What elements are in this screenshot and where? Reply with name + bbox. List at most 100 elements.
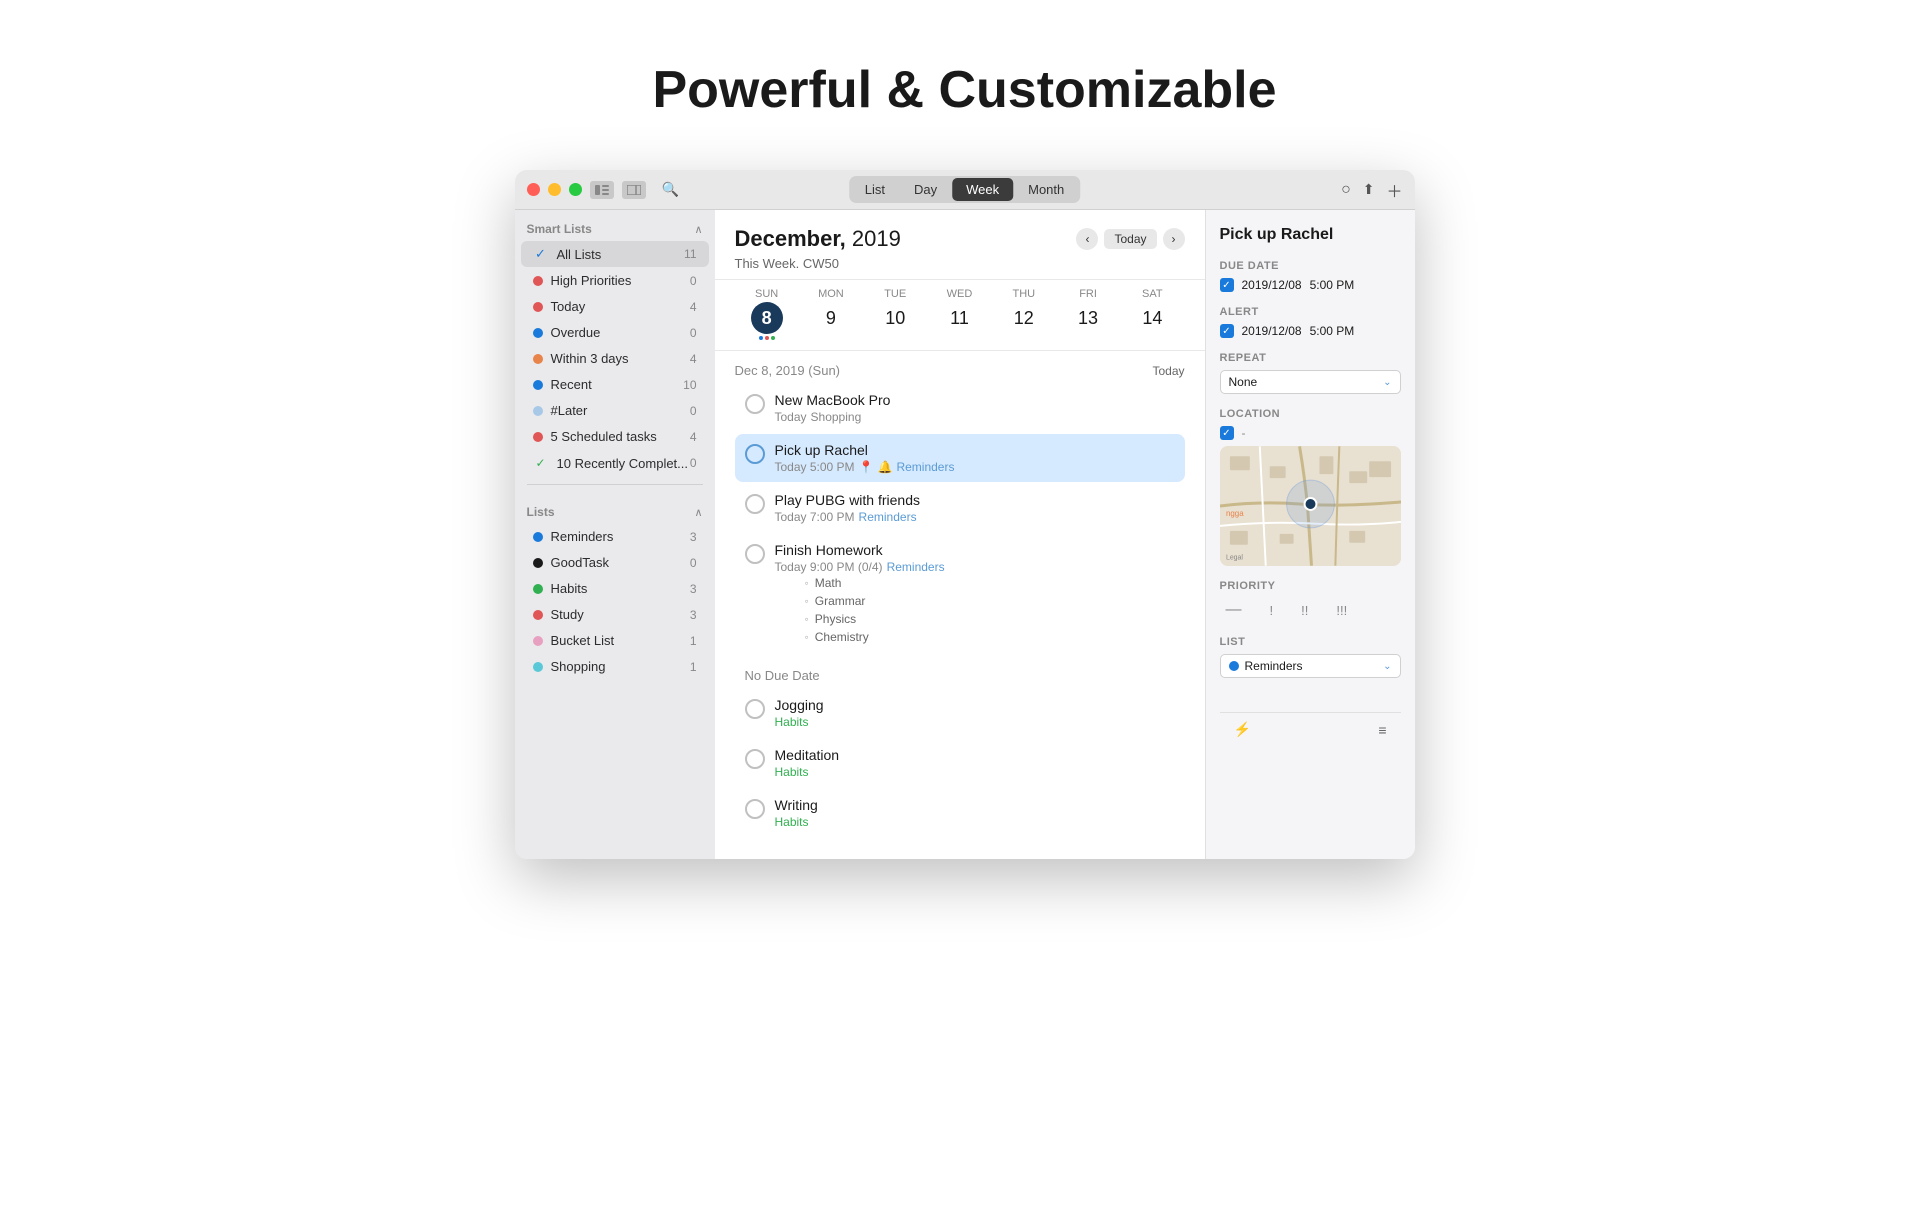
date-section-label: Dec 8, 2019 (Sun) bbox=[735, 363, 841, 378]
task-row[interactable]: Play PUBG with friends Today 7:00 PM Rem… bbox=[735, 484, 1185, 532]
sidebar-item-all-lists[interactable]: ✓ All Lists 11 bbox=[521, 241, 709, 267]
close-button[interactable] bbox=[527, 183, 540, 196]
lightning-icon[interactable]: ⚡ bbox=[1234, 721, 1251, 738]
day-num-fri: 13 bbox=[1072, 302, 1104, 334]
task-row-selected[interactable]: Pick up Rachel Today 5:00 PM 📍 🔔 Reminde… bbox=[735, 434, 1185, 482]
titlebar: 🔍 List Day Week Month ○ ⬆ ＋ bbox=[515, 170, 1415, 210]
location-label: Location bbox=[1220, 408, 1401, 420]
task-time: Today 7:00 PM bbox=[775, 510, 855, 524]
day-col-thu[interactable]: Thu 12 bbox=[992, 288, 1056, 342]
within-3-days-dot bbox=[533, 354, 543, 364]
search-icon[interactable]: 🔍 bbox=[662, 181, 679, 198]
sidebar-item-later[interactable]: #Later 0 bbox=[521, 398, 709, 423]
within-3-days-label: Within 3 days bbox=[551, 351, 690, 366]
day-col-sun[interactable]: Sun 8 bbox=[735, 288, 799, 342]
sidebar-item-today[interactable]: Today 4 bbox=[521, 294, 709, 319]
scheduled-dot bbox=[533, 432, 543, 442]
list-select[interactable]: Reminders ⌄ bbox=[1220, 654, 1401, 678]
sidebar-item-within-3-days[interactable]: Within 3 days 4 bbox=[521, 346, 709, 371]
sidebar-item-overdue[interactable]: Overdue 0 bbox=[521, 320, 709, 345]
task-content: Writing Habits bbox=[775, 797, 1175, 829]
task-checkbox[interactable] bbox=[745, 699, 765, 719]
priority-high[interactable]: !!! bbox=[1330, 600, 1353, 621]
day-col-wed[interactable]: Wed 11 bbox=[927, 288, 991, 342]
study-label: Study bbox=[551, 607, 690, 622]
task-content: Play PUBG with friends Today 7:00 PM Rem… bbox=[775, 492, 1175, 524]
sidebar-item-goodtask[interactable]: GoodTask 0 bbox=[521, 550, 709, 575]
maximize-button[interactable] bbox=[569, 183, 582, 196]
svg-text:ngga: ngga bbox=[1225, 509, 1243, 518]
sidebar-item-reminders[interactable]: Reminders 3 bbox=[521, 524, 709, 549]
share-icon[interactable]: ⬆ bbox=[1363, 181, 1375, 198]
sidebar: Smart Lists ∧ ✓ All Lists 11 High Priori… bbox=[515, 210, 715, 859]
task-row[interactable]: New MacBook Pro Today Shopping bbox=[735, 384, 1185, 432]
day-name-thu: Thu bbox=[1012, 288, 1035, 300]
prev-btn[interactable]: ‹ bbox=[1076, 228, 1098, 250]
recent-dot bbox=[533, 380, 543, 390]
sidebar-item-bucket-list[interactable]: Bucket List 1 bbox=[521, 628, 709, 653]
today-btn[interactable]: Today bbox=[1104, 229, 1156, 249]
day-name-sun: Sun bbox=[755, 288, 778, 300]
all-lists-count: 11 bbox=[684, 247, 696, 261]
seg-month[interactable]: Month bbox=[1014, 178, 1078, 201]
task-checkbox[interactable] bbox=[745, 544, 765, 564]
repeat-select[interactable]: None ⌄ bbox=[1220, 370, 1401, 394]
sidebar-item-study[interactable]: Study 3 bbox=[521, 602, 709, 627]
task-tag: Habits bbox=[775, 765, 809, 779]
task-checkbox[interactable] bbox=[745, 494, 765, 514]
map-background: ngga Legal bbox=[1220, 446, 1401, 566]
recent-count: 10 bbox=[683, 378, 696, 392]
shopping-count: 1 bbox=[690, 660, 697, 674]
seg-week[interactable]: Week bbox=[952, 178, 1013, 201]
seg-list[interactable]: List bbox=[851, 178, 899, 201]
seg-day[interactable]: Day bbox=[900, 178, 951, 201]
smart-lists-chevron[interactable]: ∧ bbox=[694, 223, 702, 236]
due-date-value: 2019/12/08 bbox=[1242, 278, 1302, 292]
task-checkbox-selected[interactable] bbox=[745, 444, 765, 464]
task-row-jogging[interactable]: Jogging Habits bbox=[735, 689, 1185, 737]
day-col-sat[interactable]: Sat 14 bbox=[1120, 288, 1184, 342]
priority-low[interactable]: ! bbox=[1264, 600, 1280, 621]
lists-label: Lists bbox=[527, 505, 555, 519]
priority-medium[interactable]: !! bbox=[1295, 600, 1314, 621]
lists-chevron[interactable]: ∧ bbox=[694, 506, 702, 519]
circle-icon[interactable]: ○ bbox=[1341, 181, 1351, 199]
smart-lists-header: Smart Lists ∧ bbox=[515, 210, 715, 240]
sidebar-item-recently-completed[interactable]: ✓ 10 Recently Complet... 0 bbox=[521, 450, 709, 476]
day-dots-sun bbox=[759, 336, 775, 342]
sidebar-item-recent[interactable]: Recent 10 bbox=[521, 372, 709, 397]
add-icon[interactable]: ＋ bbox=[1386, 178, 1402, 202]
sidebar-item-high-priorities[interactable]: High Priorities 0 bbox=[521, 268, 709, 293]
task-checkbox[interactable] bbox=[745, 749, 765, 769]
day-col-mon[interactable]: Mon 9 bbox=[799, 288, 863, 342]
next-btn[interactable]: › bbox=[1163, 228, 1185, 250]
day-col-fri[interactable]: Fri 13 bbox=[1056, 288, 1120, 342]
panel-toggle-button[interactable] bbox=[622, 181, 646, 199]
scheduled-count: 4 bbox=[690, 430, 697, 444]
location-checkbox[interactable]: ✓ bbox=[1220, 426, 1234, 440]
due-date-checkbox[interactable]: ✓ bbox=[1220, 278, 1234, 292]
task-row-writing[interactable]: Writing Habits bbox=[735, 789, 1185, 837]
minimize-button[interactable] bbox=[548, 183, 561, 196]
all-lists-label: All Lists bbox=[557, 247, 685, 262]
map-svg: ngga Legal bbox=[1220, 446, 1401, 566]
task-row[interactable]: Finish Homework Today 9:00 PM (0/4) Remi… bbox=[735, 534, 1185, 654]
list-section: List Reminders ⌄ bbox=[1220, 636, 1401, 678]
sidebar-toggle-button[interactable] bbox=[590, 181, 614, 199]
menu-icon[interactable]: ≡ bbox=[1378, 722, 1386, 738]
due-date-label: Due Date bbox=[1220, 260, 1401, 272]
task-checkbox[interactable] bbox=[745, 394, 765, 414]
priority-none[interactable]: — bbox=[1220, 598, 1248, 622]
sidebar-item-scheduled[interactable]: 5 Scheduled tasks 4 bbox=[521, 424, 709, 449]
later-count: 0 bbox=[690, 404, 697, 418]
day-col-tue[interactable]: Tue 10 bbox=[863, 288, 927, 342]
alert-time-value: 5:00 PM bbox=[1310, 324, 1355, 338]
task-checkbox[interactable] bbox=[745, 799, 765, 819]
alert-checkbox[interactable]: ✓ bbox=[1220, 324, 1234, 338]
recently-completed-label: 10 Recently Complet... bbox=[557, 456, 690, 471]
map-view[interactable]: ngga Legal bbox=[1220, 446, 1401, 566]
task-row-meditation[interactable]: Meditation Habits bbox=[735, 739, 1185, 787]
sidebar-item-shopping[interactable]: Shopping 1 bbox=[521, 654, 709, 679]
task-tag: Reminders bbox=[887, 560, 945, 574]
sidebar-item-habits[interactable]: Habits 3 bbox=[521, 576, 709, 601]
